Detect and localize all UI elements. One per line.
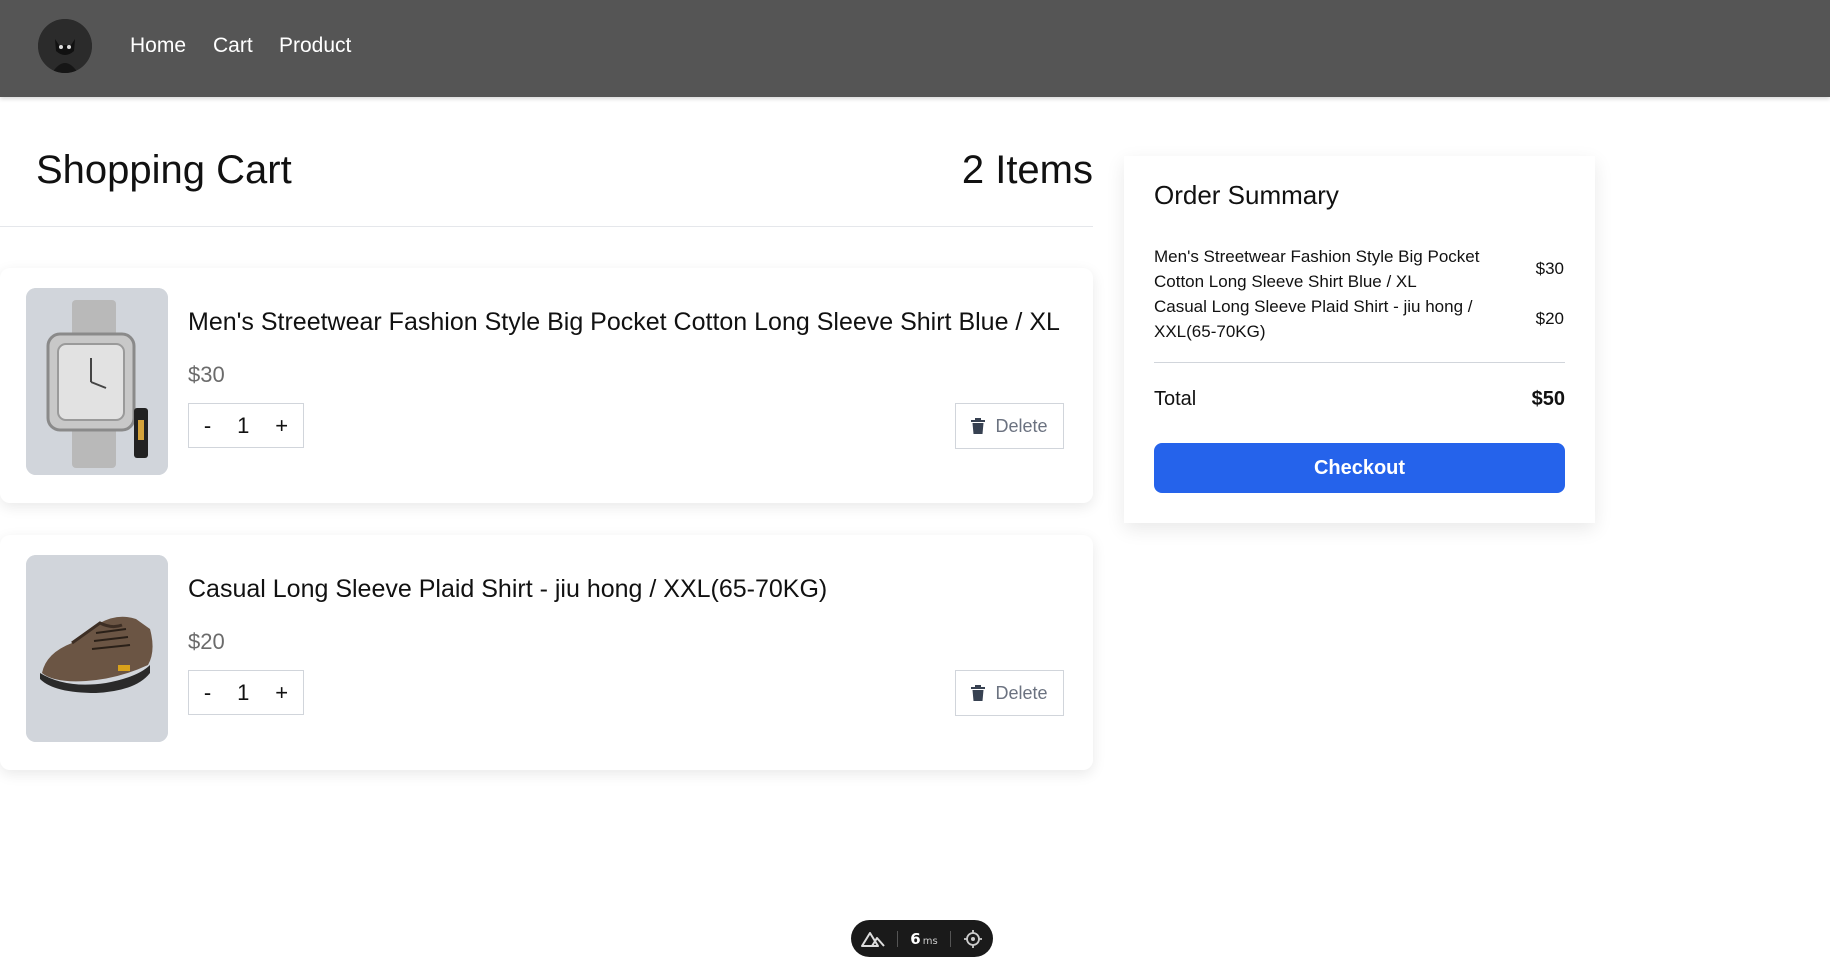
product-image-watch[interactable] <box>26 288 168 475</box>
toolbar-separator <box>949 930 951 947</box>
delete-label: Delete <box>995 415 1048 436</box>
page-title: Shopping Cart <box>36 148 292 192</box>
quantity-stepper: - 1 + <box>188 670 304 715</box>
summary-line-price: $30 <box>1535 259 1564 278</box>
increase-quantity-button[interactable]: + <box>271 413 292 439</box>
product-image-shoe[interactable] <box>26 555 168 742</box>
summary-line-price: $20 <box>1535 309 1564 328</box>
toolbar-separator <box>897 930 899 947</box>
delete-button[interactable]: Delete <box>955 403 1064 449</box>
items-count: 2 Items <box>961 148 1093 192</box>
decrease-quantity-button[interactable]: - <box>200 413 215 439</box>
watch-icon <box>26 288 168 475</box>
quantity-value: 1 <box>237 412 250 438</box>
nav-link-cart[interactable]: Cart <box>213 34 253 58</box>
summary-divider <box>1154 362 1565 363</box>
quantity-stepper: - 1 + <box>188 403 304 448</box>
render-time-value: 6 <box>910 929 921 948</box>
item-price: $20 <box>188 629 225 654</box>
order-summary-title: Order Summary <box>1154 180 1339 210</box>
total-label: Total <box>1154 388 1197 410</box>
crosshair-icon[interactable] <box>963 929 983 949</box>
nav-link-home[interactable]: Home <box>130 34 186 58</box>
quantity-value: 1 <box>237 679 250 705</box>
order-summary-panel: Order Summary Men's Streetwear Fashion S… <box>1124 156 1595 523</box>
cart-item: Men's Streetwear Fashion Style Big Pocke… <box>0 268 1093 503</box>
nuxt-logo-icon[interactable] <box>861 931 885 947</box>
delete-button[interactable]: Delete <box>955 670 1064 716</box>
user-avatar[interactable] <box>38 19 92 73</box>
summary-line-name: Men's Streetwear Fashion Style Big Pocke… <box>1154 247 1480 291</box>
nav-link-product[interactable]: Product <box>279 34 351 58</box>
decrease-quantity-button[interactable]: - <box>200 680 215 706</box>
devtools-toolbar: 6 ms <box>851 920 993 957</box>
checkout-button[interactable]: Checkout <box>1154 443 1565 493</box>
item-price: $30 <box>188 362 225 387</box>
delete-label: Delete <box>995 682 1048 703</box>
summary-line: Casual Long Sleeve Plaid Shirt - jiu hon… <box>1154 294 1564 344</box>
trash-icon <box>971 685 986 701</box>
summary-line-name: Casual Long Sleeve Plaid Shirt - jiu hon… <box>1154 297 1473 341</box>
cart-item: Casual Long Sleeve Plaid Shirt - jiu hon… <box>0 535 1093 770</box>
increase-quantity-button[interactable]: + <box>271 680 292 706</box>
owl-logo-icon <box>38 19 92 73</box>
total-value: $50 <box>1531 388 1565 410</box>
trash-icon <box>971 418 986 434</box>
shoe-icon <box>26 555 168 742</box>
header-divider <box>0 226 1093 227</box>
summary-line: Men's Streetwear Fashion Style Big Pocke… <box>1154 244 1564 294</box>
item-name[interactable]: Casual Long Sleeve Plaid Shirt - jiu hon… <box>188 575 827 604</box>
top-navbar: Home Cart Product <box>0 0 1830 97</box>
render-time[interactable]: 6 ms <box>910 930 937 948</box>
item-name[interactable]: Men's Streetwear Fashion Style Big Pocke… <box>188 308 1060 337</box>
render-time-unit: ms <box>922 935 938 947</box>
